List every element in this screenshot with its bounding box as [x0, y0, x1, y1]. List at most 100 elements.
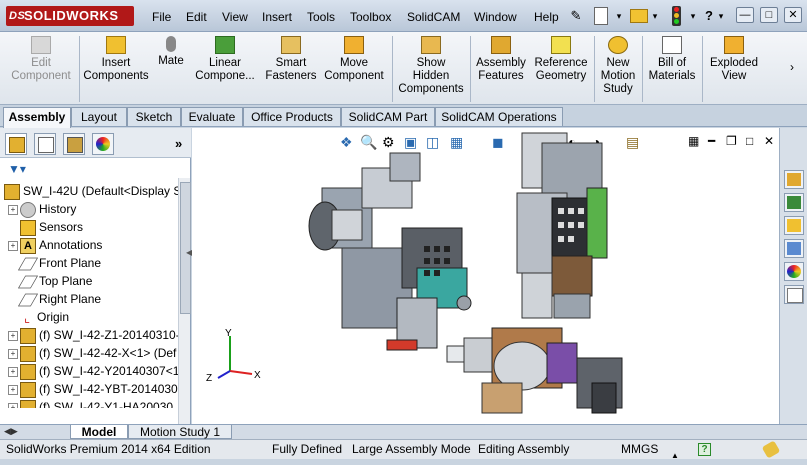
menu-solidcam[interactable]: SolidCAM [407, 9, 460, 25]
tab-solidcam-part[interactable]: SolidCAM Part [341, 107, 435, 126]
file-explorer-tab[interactable] [784, 216, 804, 235]
tree-item-component[interactable]: + (f) SW_I-42-YBT-2014030 [0, 380, 178, 398]
separator [470, 36, 471, 102]
chevron-right-icon[interactable]: › [790, 60, 794, 74]
menu-window[interactable]: Window [474, 9, 517, 25]
reference-geometry-button[interactable]: Reference Geometry [530, 36, 592, 102]
tree-item-component[interactable]: + (f) SW_I-42-Y1-HA20030 [0, 398, 178, 408]
menu-file[interactable]: File [152, 9, 171, 25]
expand-icon[interactable]: + [8, 204, 18, 215]
tree-item-sensors[interactable]: Sensors [0, 218, 178, 236]
exploded-view-label: Exploded View [710, 57, 758, 82]
exploded-view-button[interactable]: Exploded View [704, 36, 764, 102]
chevron-down-icon[interactable]: ▾ [650, 7, 660, 25]
move-component-label: Move Component [324, 57, 384, 82]
linear-component-pattern-button[interactable]: Linear Compone... [190, 36, 260, 102]
tag-icon[interactable] [761, 440, 781, 459]
menu-tools[interactable]: Tools [307, 9, 335, 25]
machine-head-left [308, 152, 472, 351]
open-folder-icon[interactable] [630, 9, 648, 23]
smart-fasteners-button[interactable]: Smart Fasteners [262, 36, 320, 102]
expand-icon[interactable]: + [8, 384, 18, 395]
solidworks-resources-tab[interactable] [784, 170, 804, 189]
menu-toolbox[interactable]: Toolbox [350, 9, 391, 25]
view-palette-tab[interactable] [784, 239, 804, 258]
assembly-features-button[interactable]: Assembly Features [472, 36, 530, 102]
property-manager-tab[interactable] [34, 133, 56, 155]
tree-item-history[interactable]: + History [0, 200, 178, 218]
move-component-button[interactable]: Move Component [320, 36, 388, 102]
new-document-icon[interactable] [594, 7, 608, 25]
tree-root[interactable]: SW_I-42U (Default<Display S [0, 182, 178, 200]
chevron-up-icon[interactable]: ▲ [671, 446, 679, 465]
menu-view[interactable]: View [222, 9, 248, 25]
tab-sketch[interactable]: Sketch [127, 107, 181, 126]
tree-item-component[interactable]: + (f) SW_I-42-Y20140307<1 [0, 362, 178, 380]
show-hidden-icon [421, 36, 441, 54]
status-edition: SolidWorks Premium 2014 x64 Edition [6, 442, 211, 456]
appearances-icon [787, 265, 801, 278]
menu-edit[interactable]: Edit [186, 9, 207, 25]
tab-model[interactable]: Model [70, 425, 128, 439]
mate-button[interactable]: Mate [152, 36, 190, 102]
annotations-icon: A [20, 237, 36, 254]
appearances-tab[interactable] [784, 262, 804, 281]
tab-layout[interactable]: Layout [71, 107, 127, 126]
tree-item-annotations[interactable]: + A Annotations [0, 236, 178, 254]
tab-evaluate[interactable]: Evaluate [181, 107, 243, 126]
assembly-model-view[interactable]: Y X Z [192, 128, 779, 424]
status-units[interactable]: MMGS [621, 440, 658, 460]
bill-of-materials-button[interactable]: Bill of Materials [644, 36, 700, 102]
expand-icon[interactable]: + [8, 366, 18, 377]
new-motion-study-button[interactable]: New Motion Study [596, 36, 640, 102]
custom-properties-tab[interactable] [784, 285, 804, 304]
tab-motion-study-1[interactable]: Motion Study 1 [128, 425, 232, 439]
close-button[interactable]: ✕ [784, 7, 802, 23]
origin-icon: ⌞ [23, 309, 31, 325]
edit-component-button[interactable]: Edit Component [4, 36, 78, 102]
tree-item-origin[interactable]: ⌞ Origin [0, 308, 178, 326]
tree-item-component[interactable]: + (f) SW_I-42-42-X<1> (Def [0, 344, 178, 362]
show-hidden-components-button[interactable]: Show Hidden Components [394, 36, 468, 102]
expand-icon[interactable]: + [8, 240, 18, 251]
separator [642, 36, 643, 102]
filter-icon[interactable]: ▼▾ [8, 162, 26, 176]
display-manager-tab[interactable] [92, 133, 114, 155]
tab-assembly[interactable]: Assembly [3, 107, 71, 128]
minimize-button[interactable]: — [736, 7, 754, 23]
graphics-area[interactable]: ❖ 🔍 ⚙ ▣ ◫ ▦ ◼ 👁 ◐ ◑ ▤ ▦ ━ ❐ □ ✕ [192, 128, 779, 424]
expand-icon[interactable]: + [8, 402, 18, 408]
scroll-left-icon[interactable]: ◀▶ [4, 426, 18, 437]
status-mode[interactable]: Large Assembly Mode [352, 440, 471, 460]
menu-insert[interactable]: Insert [262, 9, 292, 25]
tab-office-products[interactable]: Office Products [243, 107, 341, 126]
tree-item-front-plane[interactable]: Front Plane [0, 254, 178, 272]
edit-component-label: Edit Component [11, 57, 71, 82]
tree-item-right-plane[interactable]: Right Plane [0, 290, 178, 308]
restore-button[interactable]: □ [760, 7, 778, 23]
configuration-manager-tab[interactable] [63, 133, 85, 155]
design-library-tab[interactable] [784, 193, 804, 212]
menu-help[interactable]: Help [534, 9, 559, 25]
assembly-icon [9, 137, 25, 153]
insert-components-button[interactable]: Insert Components [80, 36, 152, 102]
chevron-down-icon[interactable]: ▾ [688, 7, 698, 25]
expand-icon[interactable]: + [8, 330, 18, 341]
tree-item-top-plane[interactable]: Top Plane [0, 272, 178, 290]
expand-icon[interactable]: + [8, 348, 18, 359]
traffic-light-icon[interactable] [672, 6, 681, 26]
separator [594, 36, 595, 102]
help-icon[interactable]: ? [698, 443, 711, 456]
feature-manager-tab[interactable] [5, 133, 27, 155]
tree-scrollbar[interactable] [178, 178, 191, 424]
chevron-down-icon[interactable]: ▾ [614, 7, 624, 25]
tab-solidcam-operations[interactable]: SolidCAM Operations [435, 107, 563, 126]
help-icon[interactable]: ? [702, 7, 716, 25]
chevron-down-icon[interactable]: ▾ [716, 7, 726, 25]
pin-icon[interactable]: ✎ [568, 7, 584, 25]
expand-panel-icon[interactable]: » [175, 136, 182, 151]
reference-geometry-icon [551, 36, 571, 54]
paperclip-icon [166, 36, 176, 52]
solidworks-logo[interactable]: DS SOLIDWORKS [6, 6, 134, 26]
tree-item-component[interactable]: + (f) SW_I-42-Z1-20140310- [0, 326, 178, 344]
